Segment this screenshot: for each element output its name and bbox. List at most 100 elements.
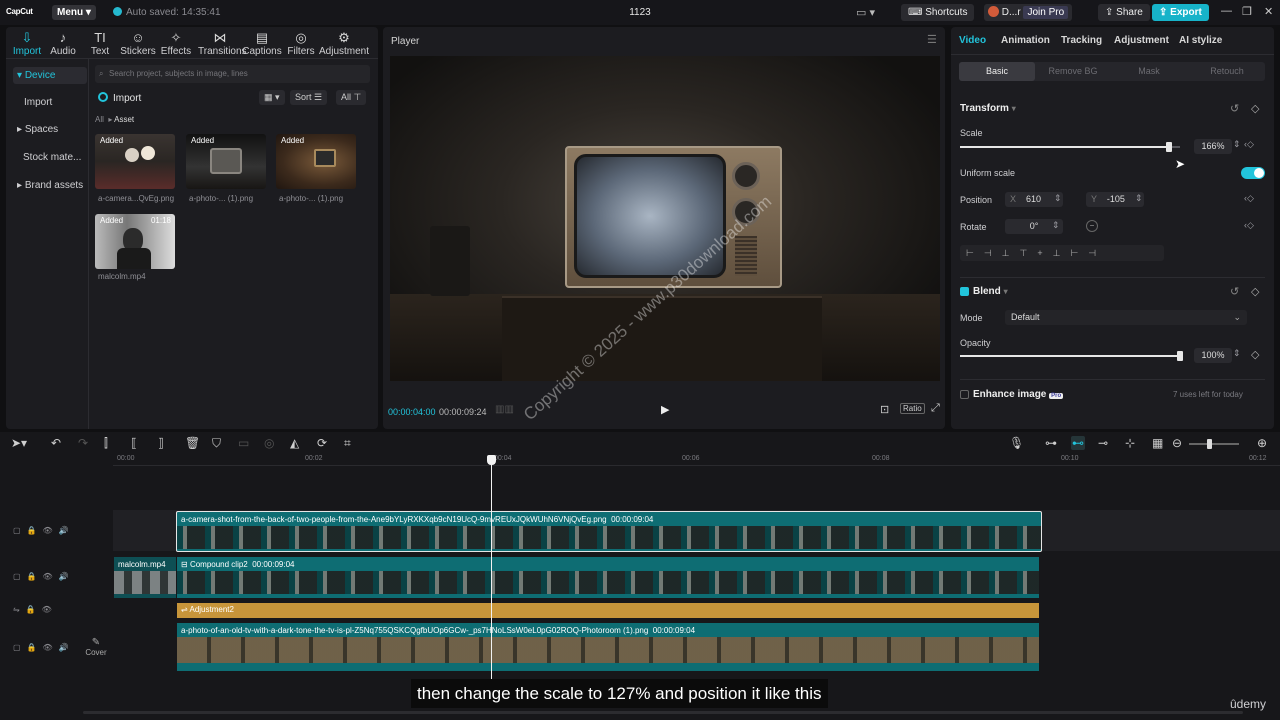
clip-adjustment[interactable]: ⇌ Adjustment2	[177, 603, 1039, 618]
join-pro-button[interactable]: Join Pro	[1023, 6, 1069, 19]
subtab-mask[interactable]: Mask	[1111, 62, 1187, 81]
tab-tracking[interactable]: Tracking	[1061, 35, 1102, 46]
breadcrumb-all[interactable]: All	[95, 115, 104, 124]
link-icon[interactable]: ⊶	[1045, 436, 1057, 450]
track-controls[interactable]: ⇋🔒👁	[13, 605, 58, 614]
close-icon[interactable]: ✕	[1264, 5, 1273, 18]
track-controls[interactable]: ▢🔒👁🔊	[13, 526, 75, 535]
clip-compound[interactable]: ⊟ Compound clip2 00:00:09:04	[177, 557, 1039, 598]
user-menu[interactable]: D...r Join Pro	[984, 4, 1073, 21]
playhead-handle[interactable]	[487, 455, 496, 465]
clip-malcolm[interactable]: malcolm.mp4	[114, 557, 176, 598]
tool-text[interactable]: TI Text	[79, 29, 121, 57]
breadcrumb-asset[interactable]: Asset	[114, 115, 134, 124]
redo-icon[interactable]: ↷	[78, 436, 88, 450]
split-right-icon[interactable]: ⟧	[158, 436, 164, 450]
horizontal-scrollbar[interactable]	[83, 711, 1243, 714]
tab-ai-stylize[interactable]: AI stylize	[1179, 35, 1222, 46]
tool-stickers[interactable]: ☺ Stickers	[117, 29, 159, 57]
share-button[interactable]: ⇪ Share	[1098, 4, 1150, 21]
play-icon[interactable]: ▶	[661, 403, 669, 416]
stepper-icon[interactable]: ⇕	[1233, 139, 1241, 150]
sidebar-item-stock[interactable]: Stock mate...	[13, 152, 87, 163]
mirror-icon[interactable]: ◭	[290, 436, 299, 450]
keyframe-nav-icon[interactable]: ‹◇	[1244, 139, 1254, 150]
zoom-slider[interactable]	[1189, 439, 1239, 449]
waveform-icon[interactable]: ▥▥	[495, 404, 514, 415]
stepper-icon[interactable]: ⇕	[1052, 220, 1060, 231]
rotate-dial-icon[interactable]: −	[1086, 220, 1098, 232]
stepper-icon[interactable]: ⇕	[1054, 193, 1062, 204]
enhance-checkbox[interactable]	[960, 390, 969, 399]
reset-icon[interactable]: ↺	[1230, 285, 1239, 298]
blend-mode-select[interactable]: Default ⌄	[1005, 310, 1247, 325]
fullscreen-icon[interactable]: ⤢	[931, 402, 940, 415]
fit-screen-icon[interactable]: ⊡	[880, 403, 889, 416]
uniform-scale-toggle[interactable]	[1241, 167, 1265, 179]
sort-button[interactable]: Sort ☰	[290, 90, 328, 105]
scale-input[interactable]: 166%	[1194, 139, 1232, 154]
maximize-icon[interactable]: ❐	[1242, 5, 1252, 18]
view-toggle[interactable]: ▦ ▾	[259, 90, 285, 105]
stepper-icon[interactable]: ⇕	[1233, 348, 1241, 359]
stepper-icon[interactable]: ⇕	[1135, 193, 1143, 204]
tool-audio[interactable]: ♪ Audio	[42, 29, 84, 57]
sidebar-item-device[interactable]: ▾ Device	[13, 67, 87, 84]
tool-effects[interactable]: ✧ Effects	[155, 29, 197, 57]
delete-icon[interactable]: 🗑	[185, 436, 200, 450]
scale-slider-knob[interactable]	[1166, 142, 1172, 152]
sidebar-item-spaces[interactable]: ▸ Spaces	[13, 124, 87, 135]
magnet-icon[interactable]: ⊷	[1071, 436, 1085, 450]
align-toolbar[interactable]: ⊢⊣⊥⊤+⊥⊢⊣	[960, 245, 1164, 261]
tool-filters[interactable]: ◎ Filters	[280, 29, 322, 57]
cover-button[interactable]: ✎ Cover	[85, 637, 107, 657]
ratio-button[interactable]: Ratio	[900, 403, 925, 414]
keyframe-icon[interactable]: ◇	[1251, 348, 1259, 361]
clip-old-tv-photo[interactable]: a-photo-of-an-old-tv-with-a-dark-tone-th…	[177, 623, 1039, 671]
track-controls[interactable]: ▢🔒👁🔊	[13, 643, 75, 652]
rotate-icon[interactable]: ⟳	[317, 436, 327, 450]
sidebar-item-brand-assets[interactable]: ▸ Brand assets	[13, 180, 87, 191]
tab-video[interactable]: Video	[959, 35, 986, 46]
subtab-retouch[interactable]: Retouch	[1189, 62, 1265, 81]
select-tool-icon[interactable]: ➤▾	[11, 436, 27, 450]
zoom-out-icon[interactable]: ⊖	[1172, 436, 1182, 450]
clip-camera-shot[interactable]: a-camera-shot-from-the-back-of-two-peopl…	[176, 511, 1042, 552]
player-menu-icon[interactable]: ☰	[927, 33, 937, 46]
crop-icon[interactable]: ⌗	[344, 436, 351, 451]
shortcuts-button[interactable]: ⌨ Shortcuts	[901, 4, 975, 21]
opacity-slider-knob[interactable]	[1177, 351, 1183, 361]
zoom-slider-knob[interactable]	[1207, 439, 1212, 449]
media-search-input[interactable]: ⌕ Search project, subjects in image, line…	[95, 65, 370, 83]
sidebar-item-import[interactable]: Import	[13, 97, 87, 108]
track-controls[interactable]: ▢🔒👁🔊	[13, 572, 75, 581]
undo-icon[interactable]: ↶	[51, 436, 61, 450]
menu-button[interactable]: Menu ▾	[52, 5, 96, 20]
reset-icon[interactable]: ↺	[1230, 102, 1239, 115]
microphone-icon[interactable]: 🎙	[1009, 436, 1024, 450]
video-preview[interactable]	[390, 56, 940, 381]
snap-icon[interactable]: ⊸	[1098, 436, 1108, 450]
opacity-slider[interactable]	[960, 351, 1183, 361]
tool-transitions[interactable]: ⋈ Transitions	[198, 29, 247, 57]
subtab-basic[interactable]: Basic	[959, 62, 1035, 81]
media-item[interactable]: Added	[95, 134, 175, 189]
keyframe-icon[interactable]: ◇	[1251, 285, 1259, 298]
media-item[interactable]: Added 01:18	[95, 214, 175, 269]
filter-button[interactable]: All ⊤	[336, 90, 367, 105]
tab-adjustment[interactable]: Adjustment	[1114, 35, 1169, 46]
subtab-remove-bg[interactable]: Remove BG	[1035, 62, 1111, 81]
scale-slider[interactable]	[960, 142, 1180, 152]
opacity-input[interactable]: 100%	[1194, 348, 1232, 363]
tool-captions[interactable]: ▤ Captions	[241, 29, 283, 57]
tool-adjustment[interactable]: ⚙ Adjustment	[318, 29, 370, 57]
freeze-icon[interactable]: ▭	[238, 436, 249, 450]
playhead[interactable]	[491, 455, 492, 680]
split-left-icon[interactable]: ⟦	[131, 436, 137, 450]
marker-icon[interactable]: ⛉	[212, 436, 221, 451]
reverse-icon[interactable]: ◎	[264, 436, 274, 450]
minimize-icon[interactable]: —	[1221, 5, 1232, 17]
tab-animation[interactable]: Animation	[1001, 35, 1050, 46]
preview-axis-icon[interactable]: ⊹	[1125, 436, 1135, 450]
keyframe-nav-icon[interactable]: ‹◇	[1244, 220, 1254, 231]
